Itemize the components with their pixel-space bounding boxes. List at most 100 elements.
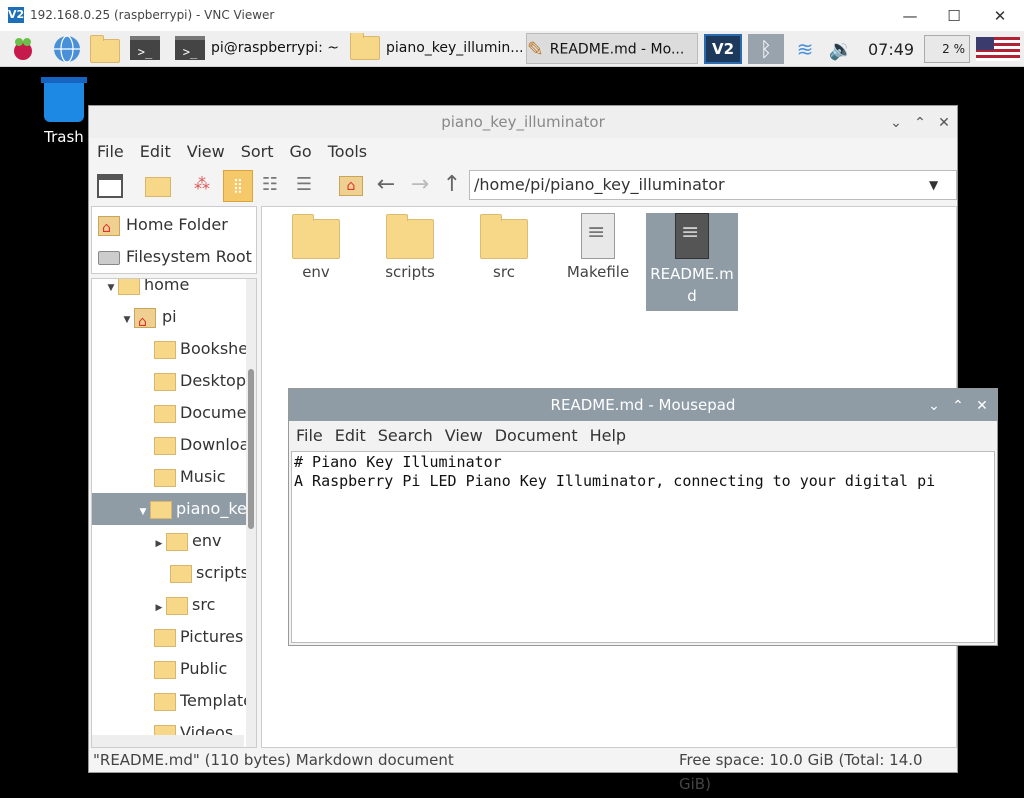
- expand-icon[interactable]: ▶: [152, 592, 166, 621]
- bluetooth-icon[interactable]: ᛒ: [748, 34, 784, 64]
- tree-item-src[interactable]: ▶ src: [92, 589, 256, 621]
- expand-icon[interactable]: ▶: [152, 528, 166, 557]
- menu-sort[interactable]: Sort: [233, 138, 282, 166]
- mousepad-titlebar[interactable]: README.md - Mousepad ⌄ ⌃ ✕: [289, 389, 997, 421]
- tree-item-pictures[interactable]: Pictures: [92, 621, 256, 653]
- taskbar-task-mousepad[interactable]: ✎ README.md - Mo...: [526, 33, 698, 64]
- file-manager-title: piano_key_illuminator: [441, 113, 605, 131]
- text-editor-area[interactable]: # Piano Key Illuminator A Raspberry Pi L…: [291, 451, 995, 643]
- vnc-logo-icon: V2: [8, 7, 25, 23]
- taskbar-task-file-manager[interactable]: piano_key_illumin...: [350, 33, 522, 64]
- vnc-close-button[interactable]: ✕: [986, 6, 1014, 26]
- file-manager-titlebar[interactable]: piano_key_illuminator ⌄ ⌃ ✕: [89, 106, 957, 138]
- folder-icon: [118, 279, 140, 295]
- folder-icon: [170, 564, 192, 583]
- tree-item-env[interactable]: ▶ env: [92, 525, 256, 557]
- home-icon[interactable]: ⌂: [339, 176, 363, 196]
- us-flag-icon[interactable]: [976, 37, 1020, 61]
- menu-file[interactable]: File: [89, 138, 132, 166]
- menu-document[interactable]: Document: [490, 421, 583, 451]
- raspberry-menu-icon[interactable]: [8, 34, 38, 64]
- folder-icon: [166, 532, 188, 551]
- file-manager-launcher-icon[interactable]: [90, 35, 120, 69]
- vnc-maximize-button[interactable]: ☐: [940, 6, 968, 26]
- fm-minimize-button[interactable]: ⌄: [887, 114, 905, 132]
- compact-view-icon[interactable]: ☷: [257, 174, 283, 198]
- tree-item-documents[interactable]: Documer: [92, 397, 256, 429]
- expand-icon[interactable]: ▼: [120, 304, 134, 333]
- pictures-folder-icon: [154, 628, 176, 647]
- tree-item-public[interactable]: Public: [92, 653, 256, 685]
- new-folder-icon[interactable]: [145, 177, 171, 197]
- menu-help[interactable]: Help: [585, 421, 631, 451]
- up-arrow-icon[interactable]: ↑: [439, 174, 465, 198]
- menu-file[interactable]: File: [291, 421, 328, 451]
- tree-item-piano-key-illuminator[interactable]: ▼ piano_ke: [92, 493, 256, 525]
- clock[interactable]: 07:49: [868, 40, 914, 59]
- forward-arrow-icon[interactable]: →: [407, 174, 433, 198]
- icon-view-icon[interactable]: ⁂: [189, 174, 215, 198]
- place-home-folder[interactable]: Home Folder: [98, 211, 228, 242]
- menu-edit[interactable]: Edit: [132, 138, 179, 166]
- list-view-icon[interactable]: ☰: [291, 174, 317, 198]
- vnc-titlebar: V2 192.168.0.25 (raspberrypi) - VNC View…: [0, 0, 1024, 32]
- menu-search[interactable]: Search: [373, 421, 438, 451]
- tree-horizontal-scrollbar[interactable]: [92, 735, 244, 747]
- fm-maximize-button[interactable]: ⌃: [911, 114, 929, 132]
- menu-go[interactable]: Go: [282, 138, 320, 166]
- file-item-src[interactable]: src: [458, 213, 550, 281]
- place-label: Filesystem Root: [126, 247, 252, 266]
- file-item-scripts[interactable]: scripts: [364, 213, 456, 281]
- location-dropdown-icon[interactable]: ▼: [929, 178, 938, 192]
- status-bar: "README.md" (110 bytes) Markdown documen…: [89, 748, 957, 793]
- tree-item-downloads[interactable]: Downloa: [92, 429, 256, 461]
- tree-item-pi[interactable]: ▼ pi: [92, 301, 256, 334]
- file-item-readme[interactable]: README.m d: [646, 213, 738, 311]
- vnc-window-title: 192.168.0.25 (raspberrypi) - VNC Viewer: [30, 8, 275, 22]
- file-item-env[interactable]: env: [270, 213, 362, 281]
- mousepad-menubar: File Edit Search View Document Help: [289, 421, 997, 449]
- mp-minimize-button[interactable]: ⌄: [925, 397, 943, 415]
- tree-label: Pictures: [180, 627, 244, 646]
- tree-item-home[interactable]: ▼ home: [92, 279, 256, 301]
- expand-icon[interactable]: ▼: [104, 279, 118, 301]
- file-label: README.m d: [650, 265, 734, 305]
- expand-icon[interactable]: ▼: [136, 496, 150, 525]
- back-arrow-icon[interactable]: ←: [373, 174, 399, 198]
- desktop-trash[interactable]: Trash: [40, 77, 88, 146]
- music-folder-icon: [154, 468, 176, 487]
- mp-close-button[interactable]: ✕: [973, 397, 991, 415]
- menu-tools[interactable]: Tools: [320, 138, 375, 166]
- vnc-minimize-button[interactable]: —: [896, 6, 924, 26]
- taskbar-task-terminal[interactable]: >_ pi@raspberrypi: ~: [175, 33, 345, 64]
- new-window-icon[interactable]: [97, 174, 123, 198]
- document-icon: [675, 213, 709, 259]
- tree-item-desktop[interactable]: Desktop: [92, 365, 256, 397]
- file-label: Makefile: [566, 263, 630, 281]
- mp-maximize-button[interactable]: ⌃: [949, 397, 967, 415]
- tree-item-scripts[interactable]: scripts: [92, 557, 256, 589]
- vnc-server-icon[interactable]: V2: [704, 34, 742, 64]
- tree-item-music[interactable]: Music: [92, 461, 256, 493]
- file-manager-menubar: File Edit View Sort Go Tools: [89, 138, 957, 166]
- file-item-makefile[interactable]: Makefile: [552, 213, 644, 281]
- menu-view[interactable]: View: [179, 138, 233, 166]
- folder-icon: [292, 214, 340, 259]
- terminal-launcher-icon[interactable]: >_: [130, 36, 160, 66]
- thumbnail-view-icon[interactable]: ⣿: [223, 170, 253, 202]
- volume-icon[interactable]: 🔉: [826, 34, 856, 64]
- menu-edit[interactable]: Edit: [330, 421, 371, 451]
- web-browser-icon[interactable]: [52, 34, 82, 64]
- fm-close-button[interactable]: ✕: [935, 114, 953, 132]
- trash-label: Trash: [44, 128, 84, 146]
- place-label: Home Folder: [126, 215, 228, 234]
- menu-view[interactable]: View: [440, 421, 488, 451]
- tree-scrollbar-thumb[interactable]: [248, 369, 254, 529]
- folder-icon: [154, 340, 176, 359]
- tree-item-bookshelf[interactable]: Bookshe: [92, 333, 256, 365]
- tree-item-templates[interactable]: Template: [92, 685, 256, 717]
- wifi-icon[interactable]: ≋: [790, 34, 820, 64]
- location-bar[interactable]: /home/pi/piano_key_illuminator: [469, 170, 957, 200]
- public-folder-icon: [154, 660, 176, 679]
- place-filesystem-root[interactable]: Filesystem Root: [98, 243, 252, 271]
